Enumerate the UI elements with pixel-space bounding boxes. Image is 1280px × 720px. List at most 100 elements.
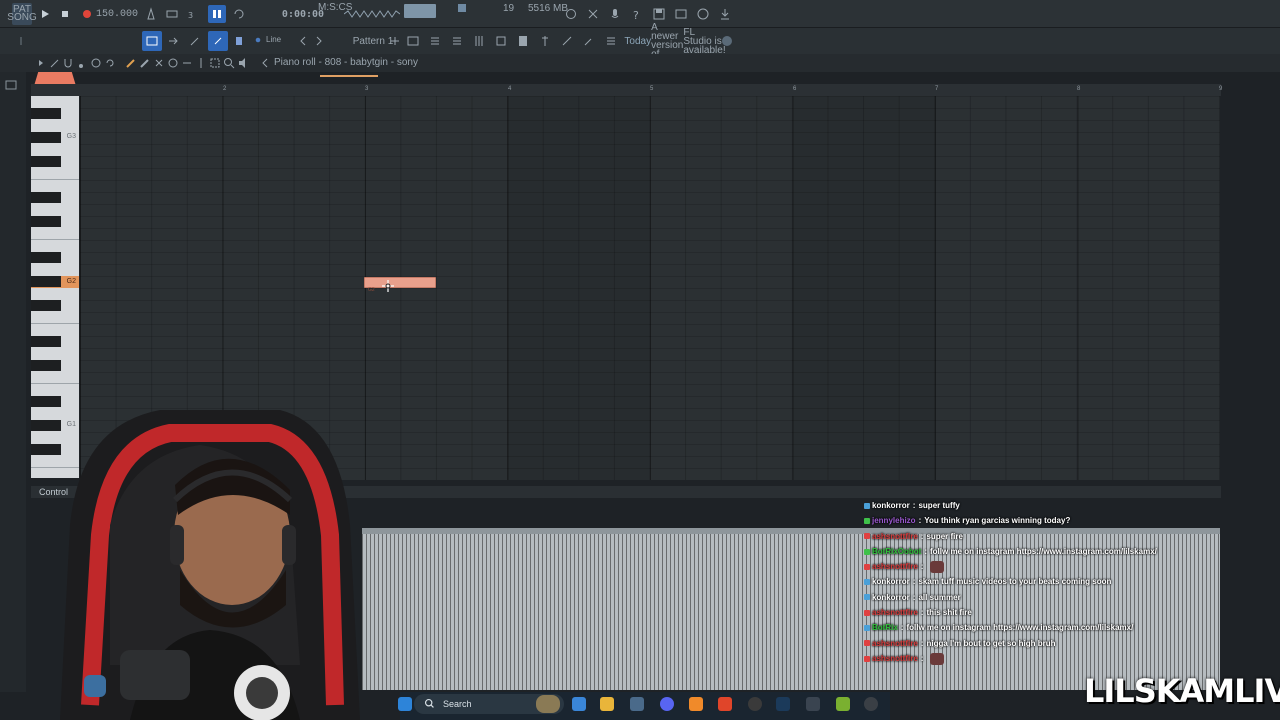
- time-ruler[interactable]: 2 3 4 5 6 7 8 9: [31, 84, 1222, 96]
- slip-icon[interactable]: [180, 56, 194, 70]
- black-key[interactable]: [31, 300, 61, 311]
- cpu-readout: 19: [503, 3, 515, 14]
- piano-roll-view-icon[interactable]: [142, 31, 162, 51]
- target-icon[interactable]: [89, 56, 103, 70]
- black-key[interactable]: [31, 132, 61, 143]
- wrench-tools-icon[interactable]: [48, 56, 62, 70]
- master-volume-meter[interactable]: [404, 4, 436, 18]
- brush-icon[interactable]: [138, 56, 152, 70]
- midi-note[interactable]: G2: [364, 277, 436, 293]
- undo-icon[interactable]: [103, 56, 117, 70]
- black-key[interactable]: [31, 252, 61, 263]
- chat-username: ashsnottfire: [872, 653, 918, 663]
- download-icon[interactable]: [718, 7, 732, 21]
- save-icon[interactable]: [652, 7, 666, 21]
- chat-message: BotRix: follw me on instagram https://www…: [864, 620, 1204, 635]
- mixer-icon[interactable]: [472, 34, 486, 48]
- note-icon[interactable]: [75, 56, 89, 70]
- update-news[interactable]: Today A newer version of FL Studio is av…: [624, 23, 725, 60]
- channel-rack-icon[interactable]: [428, 34, 442, 48]
- browser-toggle-icon[interactable]: [4, 78, 18, 92]
- arrow-right-icon[interactable]: [166, 34, 180, 48]
- wrench-icon[interactable]: [582, 34, 596, 48]
- delete-icon[interactable]: [152, 56, 166, 70]
- file-explorer-icon[interactable]: [600, 697, 614, 711]
- help-icon[interactable]: ?: [630, 7, 644, 21]
- tuner-icon[interactable]: [560, 34, 574, 48]
- svg-text:3: 3: [188, 11, 193, 20]
- pattern-song-mode-toggle[interactable]: PAT SONG: [7, 3, 37, 25]
- grid-icon[interactable]: [604, 34, 618, 48]
- stamp-icon[interactable]: [232, 34, 246, 48]
- ruler-mark: 2: [223, 86, 227, 92]
- pencil-icon[interactable]: [124, 56, 138, 70]
- chat-username: jennylehizo: [872, 516, 916, 526]
- chat-icon[interactable]: [696, 7, 710, 21]
- fl-studio-icon[interactable]: [689, 697, 703, 711]
- record-icon[interactable]: [80, 7, 94, 21]
- cut-icon[interactable]: [586, 7, 600, 21]
- chat-text: this shit fire: [926, 608, 972, 618]
- black-key[interactable]: [31, 156, 61, 167]
- windows-start-icon[interactable]: [398, 697, 412, 711]
- store-icon[interactable]: [630, 697, 644, 711]
- refresh-icon[interactable]: [564, 7, 578, 21]
- search-highlight-icon[interactable]: [536, 695, 560, 713]
- slice-icon[interactable]: [194, 56, 208, 70]
- zoom-icon[interactable]: [222, 56, 236, 70]
- chevron-left-icon[interactable]: [296, 34, 310, 48]
- 4k-icon[interactable]: [864, 697, 878, 711]
- wait-input-icon[interactable]: [165, 7, 179, 21]
- app2-icon[interactable]: [836, 697, 850, 711]
- playlist-icon[interactable]: [406, 34, 420, 48]
- brave-icon[interactable]: [718, 697, 732, 711]
- plug-icon[interactable]: [538, 34, 552, 48]
- chat-separator: :: [920, 638, 924, 648]
- play-icon[interactable]: [38, 7, 52, 21]
- copilot-icon[interactable]: [572, 697, 586, 711]
- step-edit-icon[interactable]: [208, 5, 226, 23]
- steam-icon[interactable]: [776, 697, 790, 711]
- stop-icon[interactable]: [58, 7, 72, 21]
- magnet-icon[interactable]: [61, 56, 75, 70]
- key-label: G2: [66, 278, 76, 285]
- search-label: Search: [443, 699, 472, 709]
- chat-badge-icon: [864, 563, 870, 570]
- move-cursor-icon: [382, 279, 394, 292]
- browser-icon[interactable]: [674, 7, 688, 21]
- snap-icon[interactable]: [254, 36, 262, 44]
- plugin-icon[interactable]: [494, 34, 508, 48]
- menu-arrow-icon[interactable]: [34, 56, 48, 70]
- obs-icon[interactable]: [748, 697, 762, 711]
- chat-badge-icon: [864, 548, 870, 555]
- memory-readout: 5516 MB: [528, 3, 569, 14]
- microphone-icon[interactable]: [608, 7, 622, 21]
- collapse-arrow-icon[interactable]: [258, 56, 272, 70]
- black-key[interactable]: [31, 276, 61, 287]
- black-key[interactable]: [31, 192, 61, 203]
- select-icon[interactable]: [208, 56, 222, 70]
- black-key[interactable]: [31, 108, 61, 119]
- link-icon[interactable]: [208, 31, 228, 51]
- speaker-icon[interactable]: [236, 56, 250, 70]
- document-icon[interactable]: [516, 34, 530, 48]
- draw-icon[interactable]: [188, 34, 202, 48]
- list-icon[interactable]: [450, 34, 464, 48]
- black-key[interactable]: [31, 360, 61, 371]
- discord-icon[interactable]: [660, 697, 674, 711]
- black-key[interactable]: [31, 216, 61, 227]
- piano-roll-title[interactable]: Piano roll - 808 - babytgin - sony: [274, 57, 418, 68]
- globe-icon[interactable]: [720, 34, 734, 48]
- tempo-display[interactable]: 150.000: [96, 6, 138, 22]
- pitch-knob[interactable]: [458, 4, 466, 12]
- app-icon[interactable]: [806, 697, 820, 711]
- ruler-mark: 5: [650, 86, 654, 92]
- metronome-icon[interactable]: [144, 7, 158, 21]
- countdown-icon[interactable]: 3: [187, 7, 201, 21]
- plus-icon[interactable]: [388, 34, 402, 48]
- black-key[interactable]: [31, 336, 61, 347]
- mute-icon[interactable]: [166, 56, 180, 70]
- tool-mode-label[interactable]: Line: [266, 35, 281, 44]
- loop-record-icon[interactable]: [232, 7, 246, 21]
- chat-separator: :: [920, 608, 924, 618]
